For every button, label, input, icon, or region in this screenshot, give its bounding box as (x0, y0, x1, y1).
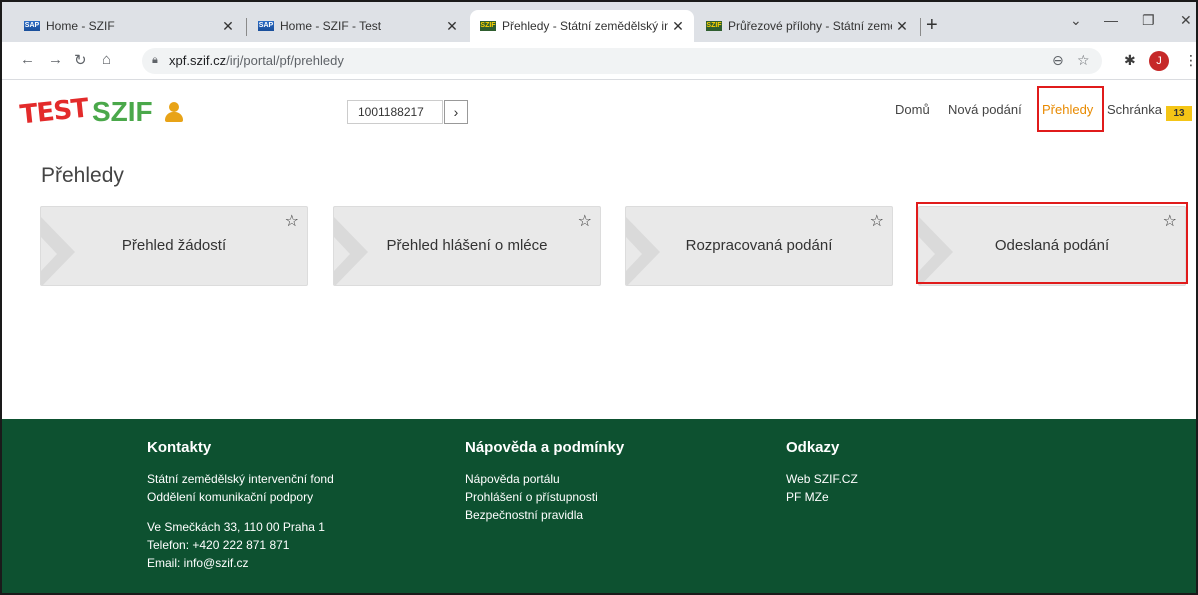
new-tab-icon[interactable]: + (926, 14, 938, 37)
chevron-right-icon[interactable]: › (444, 100, 468, 124)
tab-divider (920, 18, 921, 36)
footer-text: Státní zemědělský intervenční fond (147, 472, 334, 486)
reload-icon[interactable]: ↻ (74, 51, 87, 69)
star-icon[interactable]: ☆ (870, 211, 884, 231)
tab-label: Home - SZIF (46, 19, 115, 33)
forward-icon[interactable]: → (48, 51, 63, 68)
nav-schranka[interactable]: Schránka (1107, 102, 1162, 117)
footer-link[interactable]: Bezpečnostní pravidla (465, 506, 624, 524)
card-label: Přehled žádostí (121, 237, 227, 254)
tab-prehledy[interactable]: SZIF Přehledy - Státní zemědělský inte ✕ (470, 10, 694, 42)
footer-heading: Kontakty (147, 439, 212, 456)
szif-icon: SZIF (480, 21, 496, 31)
tab-home-szif[interactable]: SAP Home - SZIF ✕ (14, 10, 244, 42)
tab-strip: SAP Home - SZIF ✕ SAP Home - SZIF - Test… (2, 2, 1196, 42)
url-text: xpf.szif.cz/irj/portal/pf/prehledy (169, 53, 344, 68)
logo-brand-label: SZIF (91, 96, 153, 127)
user-icon[interactable] (163, 100, 185, 124)
footer-text: Ve Smečkách 33, 110 00 Praha 1 (147, 520, 325, 534)
close-icon[interactable]: ✕ (668, 18, 688, 35)
sap-icon: SAP (24, 21, 40, 31)
footer-heading: Nápověda a podmínky (465, 439, 625, 456)
szif-logo[interactable]: TEST SZIF (18, 92, 185, 132)
footer-contacts: Kontakty Státní zemědělský intervenční f… (147, 439, 334, 572)
logo-test-label: TEST (18, 93, 90, 131)
page-content: TEST SZIF 1001188217 › Domů Nová podání … (2, 80, 1196, 419)
menu-icon[interactable]: ⋮ (1184, 52, 1196, 69)
page-footer: Kontakty Státní zemědělský intervenční f… (2, 419, 1196, 593)
back-icon[interactable]: ← (20, 51, 35, 68)
highlight-box (1037, 86, 1104, 132)
nav-nova-podani[interactable]: Nová podání (948, 102, 1022, 117)
minimize-icon[interactable]: — (1104, 12, 1118, 28)
footer-text: Oddělení komunikační podpory (147, 490, 314, 504)
bookmark-star-icon[interactable]: ☆ (1077, 52, 1090, 69)
highlight-box (916, 202, 1188, 284)
subject-id-field[interactable]: 1001188217 (347, 100, 443, 124)
footer-link[interactable]: Prohlášení o přístupnosti (465, 488, 624, 506)
browser-toolbar: ← → ↻ ⌂ 🔒︎ xpf.szif.cz/irj/portal/pf/pre… (2, 42, 1196, 80)
tab-label: Přehledy - Státní zemědělský inte (502, 19, 668, 33)
footer-heading: Odkazy (786, 439, 840, 456)
avatar[interactable]: J (1149, 51, 1169, 71)
footer-link[interactable]: Web SZIF.CZ (786, 470, 858, 488)
zoom-icon[interactable]: ⊖ (1052, 52, 1064, 69)
url-path: /irj/portal/pf/prehledy (226, 53, 344, 68)
inbox-count-badge: 13 (1166, 106, 1192, 121)
star-icon[interactable]: ☆ (285, 211, 299, 231)
card-prehled-hlaseni-o-mlece[interactable]: Přehled hlášení o mléce ☆ (333, 206, 601, 286)
restore-icon[interactable]: ❐ (1142, 12, 1155, 29)
card-label: Rozpracovaná podání (685, 237, 833, 254)
tab-prurezove-prilohy[interactable]: SZIF Průřezové přílohy - Státní zeměd ✕ (696, 10, 918, 42)
footer-links: Odkazy Web SZIF.CZ PF MZe (786, 439, 858, 506)
chevron-down-icon[interactable]: ⌄ (1070, 12, 1082, 29)
tab-divider (246, 18, 247, 36)
footer-link[interactable]: Nápověda portálu (465, 470, 624, 488)
tab-home-szif-test[interactable]: SAP Home - SZIF - Test ✕ (248, 10, 468, 42)
address-bar[interactable]: 🔒︎ xpf.szif.cz/irj/portal/pf/prehledy ⊖ … (142, 48, 1102, 74)
browser-window: SAP Home - SZIF ✕ SAP Home - SZIF - Test… (0, 0, 1198, 595)
home-icon[interactable]: ⌂ (102, 51, 111, 68)
szif-icon: SZIF (706, 21, 722, 31)
close-window-icon[interactable]: ✕ (1180, 12, 1192, 29)
url-host: xpf.szif.cz (169, 53, 227, 68)
footer-link[interactable]: PF MZe (786, 488, 858, 506)
extensions-icon[interactable]: ✱ (1124, 52, 1136, 69)
card-label: Přehled hlášení o mléce (386, 237, 548, 254)
sap-icon: SAP (258, 21, 274, 31)
footer-help: Nápověda a podmínky Nápověda portálu Pro… (465, 439, 624, 524)
card-rozpracovana-podani[interactable]: Rozpracovaná podání ☆ (625, 206, 893, 286)
footer-email-link[interactable]: Email: info@szif.cz (147, 554, 334, 572)
close-icon[interactable]: ✕ (442, 18, 462, 35)
star-icon[interactable]: ☆ (578, 211, 592, 231)
page-title: Přehledy (41, 164, 124, 187)
tab-label: Průřezové přílohy - Státní zeměd (728, 19, 892, 33)
close-icon[interactable]: ✕ (892, 18, 912, 35)
nav-domu[interactable]: Domů (895, 102, 930, 117)
footer-text: Telefon: +420 222 871 871 (147, 538, 290, 552)
close-icon[interactable]: ✕ (218, 18, 238, 35)
card-prehled-zadosti[interactable]: Přehled žádostí ☆ (40, 206, 308, 286)
lock-icon: 🔒︎ (152, 54, 158, 66)
tab-label: Home - SZIF - Test (280, 19, 382, 33)
